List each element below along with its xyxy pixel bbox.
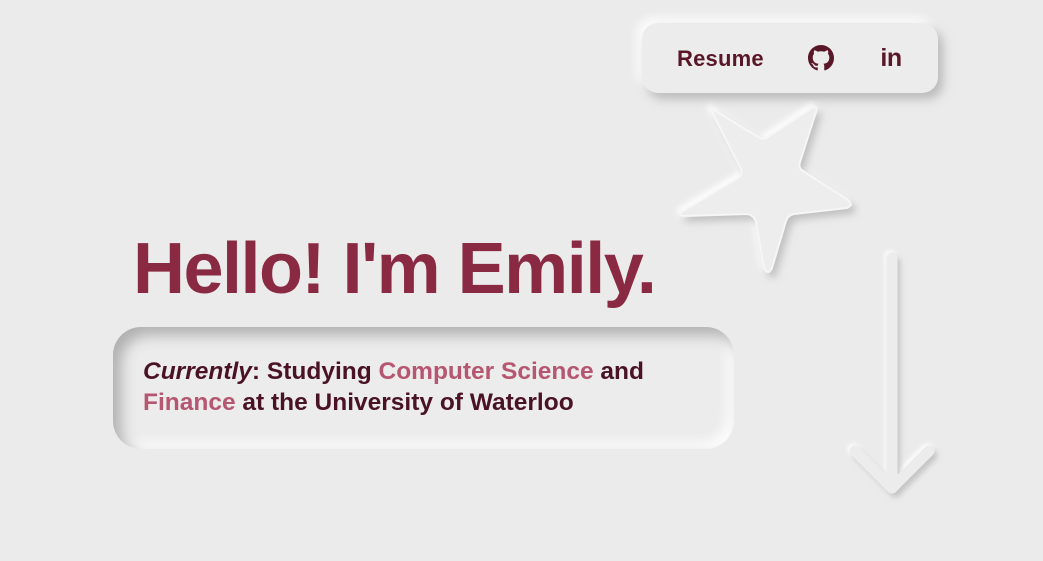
- university-text: at the University of Waterloo: [235, 389, 574, 416]
- major-text: Computer Science: [378, 358, 594, 385]
- resume-link[interactable]: Resume: [677, 46, 764, 72]
- arrow-down-icon: [849, 252, 935, 494]
- minor-text: Finance: [143, 389, 236, 416]
- top-nav: Resume in: [642, 23, 938, 93]
- currently-box: Currently: Studying Computer Science and…: [113, 327, 734, 449]
- currently-label: Currently: [143, 358, 252, 385]
- github-icon[interactable]: [807, 44, 835, 72]
- and-text: and: [593, 358, 644, 385]
- currently-separator: : Studying: [251, 358, 379, 385]
- page-title: Hello! I'm Emily.: [133, 229, 657, 309]
- linkedin-icon[interactable]: in: [877, 44, 905, 72]
- star-icon: [678, 106, 852, 273]
- page: Resume in Hello! I'm Emily. Currently: S…: [0, 0, 1043, 561]
